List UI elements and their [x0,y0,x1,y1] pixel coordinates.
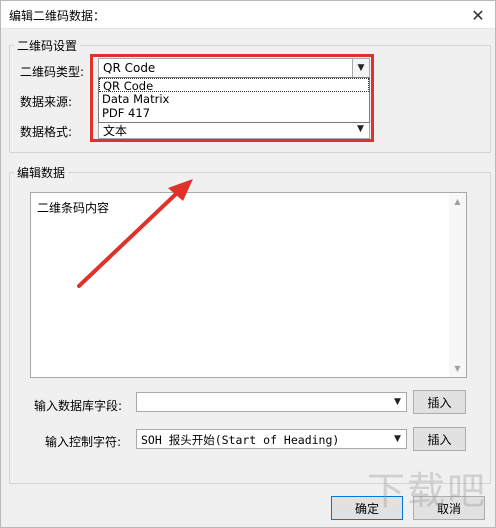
db-field-label: 输入数据库字段: [34,399,123,413]
vertical-scrollbar[interactable]: ▲ ▼ [449,193,466,377]
barcode-settings-legend: 二维码设置 [14,37,81,54]
db-field-select[interactable]: ▼ [136,392,407,412]
dropdown-option[interactable]: QR Code [99,78,369,93]
data-format-label: 数据格式: [20,125,73,139]
barcode-type-label: 二维码类型: [20,65,85,79]
close-icon: ✕ [471,5,485,25]
scroll-down-icon[interactable]: ▼ [449,360,466,377]
control-char-label: 输入控制字符: [45,435,122,449]
scroll-up-icon[interactable]: ▲ [449,193,466,210]
title-bar: 编辑二维码数据： ✕ [1,1,495,29]
edit-data-legend: 编辑数据 [14,164,69,181]
dropdown-option[interactable]: Data Matrix [99,92,369,106]
barcode-type-dropdown-list[interactable]: QR Code Data Matrix PDF 417 [98,77,370,123]
control-char-value: SOH 报头开始(Start of Heading) [141,433,340,447]
control-char-select[interactable]: SOH 报头开始(Start of Heading) ▼ [136,429,407,449]
window-title: 编辑二维码数据： [9,9,106,23]
insert-db-field-button[interactable]: 插入 [413,390,466,414]
chevron-down-icon[interactable]: ▼ [389,393,406,411]
barcode-type-select[interactable]: QR Code ▼ [98,58,370,78]
close-button[interactable]: ✕ [461,1,495,29]
insert-control-char-button[interactable]: 插入 [413,427,466,451]
data-source-label: 数据来源: [20,95,73,109]
cancel-button[interactable]: 取消 [413,496,485,520]
barcode-type-value: QR Code [103,61,156,75]
barcode-content-textarea[interactable]: 二维条码内容 ▲ ▼ [30,192,467,378]
barcode-content-text: 二维条码内容 [37,201,110,215]
data-format-value: 文本 [103,124,128,138]
dropdown-option[interactable]: PDF 417 [99,106,369,120]
chevron-down-icon[interactable]: ▼ [352,59,369,77]
chevron-down-icon[interactable]: ▼ [389,430,406,448]
dialog-window: 编辑二维码数据： ✕ 二维码设置 二维码类型: QR Code ▼ 数据来源: … [0,0,496,528]
ok-button[interactable]: 确定 [331,496,403,520]
